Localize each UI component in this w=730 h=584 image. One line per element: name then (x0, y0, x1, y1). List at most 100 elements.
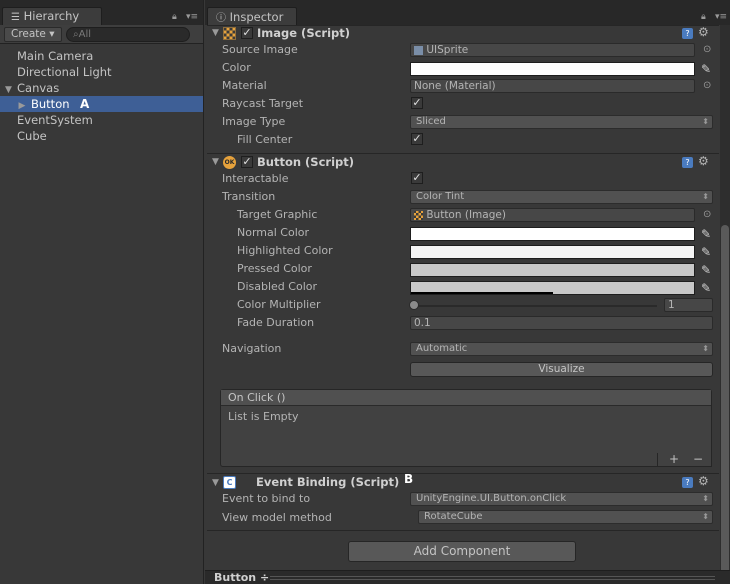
button-component-icon: OK (223, 156, 236, 169)
callout-a: A (80, 97, 90, 111)
inspector-tabstrip: ⓘ Inspector 🔒︎ ▾≡ (205, 0, 730, 25)
tree-item-cube[interactable]: Cube (0, 128, 203, 144)
tree-item-directional-light[interactable]: Directional Light (0, 64, 203, 80)
tree-item-label: Canvas (17, 81, 60, 95)
image-type-dropdown[interactable]: Sliced (410, 115, 713, 129)
disabled-color-label: Disabled Color (237, 280, 318, 293)
color-multiplier-thumb[interactable] (409, 300, 419, 310)
onclick-footer: + − (657, 453, 712, 467)
normal-color-field[interactable] (410, 227, 695, 241)
gear-icon[interactable]: ⚙ (698, 474, 709, 488)
inspector-panel: ⓘ Inspector 🔒︎ ▾≡ ▼ ✓ Image (Script) ? ⚙… (205, 0, 730, 584)
tree-item-eventsystem[interactable]: EventSystem (0, 112, 203, 128)
color-multiplier-label: Color Multiplier (237, 298, 321, 311)
tree-item-canvas[interactable]: ▼ Canvas (0, 80, 203, 96)
image-component-title: Image (Script) (257, 26, 351, 40)
tab-inspector-label: Inspector (229, 10, 284, 24)
pressed-color-field[interactable] (410, 263, 695, 277)
script-icon: C (223, 476, 236, 489)
source-image-field[interactable]: UISprite (410, 43, 695, 57)
add-event-button[interactable]: + (669, 453, 679, 466)
tree-item-label: Cube (17, 129, 47, 143)
highlighted-color-field[interactable] (410, 245, 695, 259)
remove-event-button[interactable]: − (693, 453, 703, 466)
lock-icon[interactable]: 🔒︎ (172, 12, 177, 22)
tree-item-label: Button (31, 97, 70, 111)
eyedropper-icon[interactable]: ✎ (699, 263, 713, 277)
material-label: Material (222, 79, 267, 92)
inspector-scrollbar[interactable] (720, 25, 730, 575)
source-image-value: UISprite (426, 44, 469, 56)
navigation-label: Navigation (222, 342, 282, 355)
tab-hierarchy-label: Hierarchy (23, 9, 80, 23)
color-multiplier-track[interactable] (413, 305, 657, 307)
button-enabled-checkbox[interactable]: ✓ (241, 156, 253, 168)
object-picker-icon[interactable]: ⊙ (703, 209, 711, 220)
preview-drag-handle[interactable] (270, 576, 715, 580)
navigation-dropdown[interactable]: Automatic (410, 342, 713, 356)
view-model-method-label: View model method (222, 511, 332, 524)
foldout-arrow-icon[interactable]: ▼ (212, 28, 219, 38)
object-picker-icon[interactable]: ⊙ (703, 80, 711, 91)
raycast-target-checkbox[interactable]: ✓ (411, 97, 423, 109)
target-graphic-field[interactable]: Button (Image) (410, 208, 695, 222)
help-icon[interactable]: ? (682, 157, 693, 168)
create-button[interactable]: Create ▾ (4, 27, 62, 42)
alpha-bar (411, 292, 553, 294)
color-label: Color (222, 61, 251, 74)
pressed-color-label: Pressed Color (237, 262, 312, 275)
menu-icon[interactable]: ▾≡ (715, 12, 727, 22)
fill-center-checkbox[interactable]: ✓ (411, 133, 423, 145)
onclick-title: On Click () (221, 390, 711, 406)
target-graphic-value: Button (Image) (426, 209, 506, 221)
raycast-target-label: Raycast Target (222, 97, 304, 110)
add-component-button[interactable]: Add Component (348, 541, 576, 562)
eyedropper-icon[interactable]: ✎ (699, 62, 713, 76)
highlighted-color-label: Highlighted Color (237, 244, 333, 257)
gear-icon[interactable]: ⚙ (698, 154, 709, 168)
transition-label: Transition (222, 190, 276, 203)
hierarchy-panel: ☰ Hierarchy 🔒︎ ▾≡ Create ▾ ⌕All Main Cam… (0, 0, 204, 584)
disabled-color-field[interactable] (410, 281, 695, 295)
hierarchy-tree: Main Camera Directional Light ▼ Canvas ▶ B… (0, 48, 203, 144)
visualize-button[interactable]: Visualize (410, 362, 713, 377)
inspector-footer: Button ÷ (205, 570, 730, 584)
search-placeholder: All (78, 29, 92, 40)
search-input[interactable]: ⌕All (66, 27, 190, 42)
onclick-empty-text: List is Empty (228, 410, 299, 423)
eyedropper-icon[interactable]: ✎ (699, 245, 713, 259)
help-icon[interactable]: ? (682, 28, 693, 39)
scrollbar-thumb[interactable] (721, 225, 729, 575)
material-field[interactable]: None (Material) (410, 79, 695, 93)
eyedropper-icon[interactable]: ✎ (699, 281, 713, 295)
foldout-arrow-icon[interactable]: ▼ (212, 157, 219, 167)
transition-dropdown[interactable]: Color Tint (410, 190, 713, 204)
tree-item-button[interactable]: ▶ Button A (0, 96, 203, 112)
callout-b: B (404, 472, 414, 486)
color-multiplier-input[interactable]: 1 (664, 298, 713, 312)
image-icon (414, 210, 423, 220)
tree-item-label: Main Camera (17, 49, 94, 63)
hierarchy-toolbar: Create ▾ ⌕All (0, 25, 203, 44)
help-icon[interactable]: ? (682, 477, 693, 488)
object-picker-icon[interactable]: ⊙ (703, 44, 711, 55)
eyedropper-icon[interactable]: ✎ (699, 227, 713, 241)
image-enabled-checkbox[interactable]: ✓ (241, 27, 253, 39)
color-field[interactable] (410, 62, 695, 76)
info-icon: ⓘ (216, 13, 226, 24)
gear-icon[interactable]: ⚙ (698, 25, 709, 39)
preview-label[interactable]: Button ÷ (214, 571, 269, 584)
interactable-checkbox[interactable]: ✓ (411, 172, 423, 184)
event-to-bind-dropdown[interactable]: UnityEngine.UI.Button.onClick (410, 492, 713, 506)
fade-duration-input[interactable]: 0.1 (410, 316, 713, 330)
sprite-icon (414, 45, 423, 55)
onclick-event-list: On Click () List is Empty (220, 389, 712, 467)
tab-inspector[interactable]: ⓘ Inspector (207, 7, 297, 25)
menu-icon[interactable]: ▾≡ (186, 12, 198, 22)
interactable-label: Interactable (222, 172, 289, 185)
tree-item-main-camera[interactable]: Main Camera (0, 48, 203, 64)
view-model-method-dropdown[interactable]: RotateCube (418, 510, 713, 524)
tab-hierarchy[interactable]: ☰ Hierarchy (2, 7, 102, 25)
lock-icon[interactable]: 🔒︎ (701, 12, 706, 22)
foldout-arrow-icon[interactable]: ▼ (212, 478, 219, 488)
